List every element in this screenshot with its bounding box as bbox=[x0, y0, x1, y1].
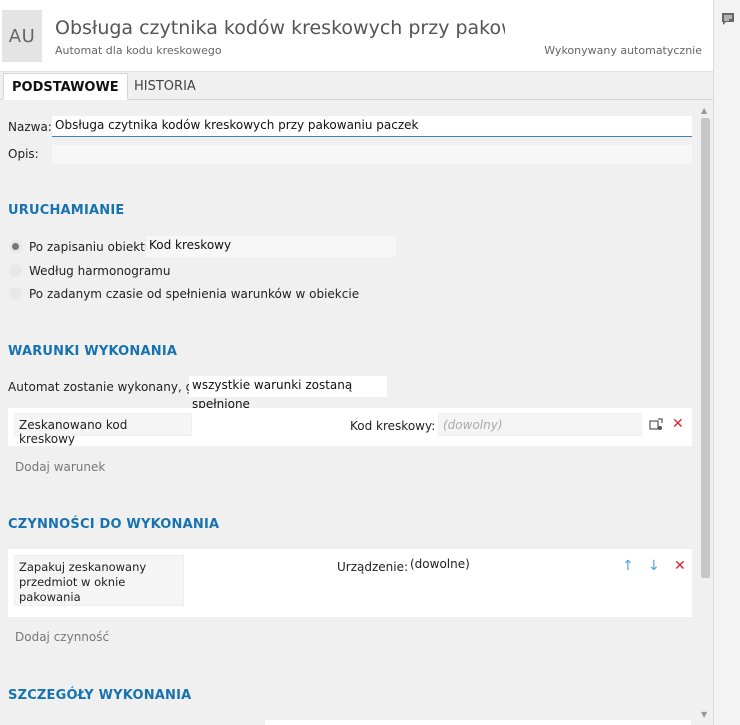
tab-history[interactable]: HISTORIA bbox=[126, 73, 204, 100]
tab-basic[interactable]: PODSTAWOWE bbox=[3, 73, 128, 100]
name-label: Nazwa: bbox=[8, 120, 52, 134]
radio-after-time-label: Po zadanym czasie od spełnienia warunków… bbox=[29, 287, 360, 301]
details-field[interactable] bbox=[265, 720, 691, 725]
conditions-heading: WARUNKI WYKONANIA bbox=[8, 344, 178, 359]
radio-schedule[interactable] bbox=[9, 264, 22, 277]
condition-row: Zeskanowano kod kreskowy Kod kreskowy: (… bbox=[8, 408, 692, 446]
automation-editor: AU Obsługa czytnika kodów kreskowych prz… bbox=[0, 0, 713, 725]
delete-action-icon[interactable]: ✕ bbox=[674, 559, 686, 573]
move-down-icon[interactable]: ↓ bbox=[648, 559, 660, 573]
page-subtitle: Automat dla kodu kreskowego bbox=[55, 44, 222, 57]
scroll-down-icon[interactable]: ▼ bbox=[701, 710, 707, 719]
scroll-up-icon[interactable]: ▲ bbox=[701, 106, 707, 115]
execution-mode-label: Wykonywany automatycznie bbox=[544, 44, 702, 57]
comment-icon[interactable] bbox=[721, 12, 735, 26]
radio-after-save[interactable] bbox=[9, 240, 22, 253]
conditions-intro: Automat zostanie wykonany, gdy bbox=[8, 380, 208, 394]
condition-field-label: Kod kreskowy: bbox=[350, 419, 436, 433]
delete-condition-icon[interactable]: ✕ bbox=[672, 417, 684, 431]
description-input[interactable] bbox=[52, 145, 692, 164]
action-name[interactable]: Zapakuj zeskanowany przedmiot w oknie pa… bbox=[14, 555, 184, 606]
radio-after-save-label: Po zapisaniu obiektu bbox=[29, 240, 153, 254]
radio-after-time[interactable] bbox=[9, 287, 22, 300]
device-select[interactable]: (dowolne) bbox=[410, 557, 470, 571]
radio-schedule-label: Według harmonogramu bbox=[29, 264, 171, 278]
select-field-icon[interactable] bbox=[649, 418, 663, 435]
avatar: AU bbox=[2, 10, 42, 62]
barcode-placeholder: (dowolny) bbox=[443, 418, 503, 432]
description-label: Opis: bbox=[8, 147, 39, 161]
action-row: Zapakuj zeskanowany przedmiot w oknie pa… bbox=[8, 549, 692, 617]
actions-heading: CZYNNOŚCI DO WYKONANIA bbox=[8, 517, 220, 532]
barcode-object-select[interactable]: Kod kreskowy bbox=[146, 236, 396, 257]
scrollbar-thumb[interactable] bbox=[701, 118, 710, 578]
launch-heading: URUCHAMIANIE bbox=[8, 203, 125, 218]
details-heading: SZCZEGÓŁY WYKONANIA bbox=[8, 688, 192, 703]
header: AU Obsługa czytnika kodów kreskowych prz… bbox=[0, 0, 713, 72]
scrollbar[interactable]: ▲ ▼ bbox=[698, 102, 712, 725]
conditions-mode-select[interactable]: wszystkie warunki zostaną spełnione bbox=[189, 376, 387, 411]
name-input[interactable]: Obsługa czytnika kodów kreskowych przy p… bbox=[52, 116, 692, 137]
action-field-label: Urządzenie: bbox=[337, 560, 409, 574]
condition-name[interactable]: Zeskanowano kod kreskowy bbox=[14, 413, 192, 446]
side-panel bbox=[713, 0, 740, 725]
barcode-value-input[interactable]: (dowolny) bbox=[438, 413, 642, 436]
add-condition-link[interactable]: Dodaj warunek bbox=[15, 460, 105, 474]
tab-bar: PODSTAWOWE HISTORIA bbox=[0, 73, 713, 100]
move-up-icon[interactable]: ↑ bbox=[622, 559, 634, 573]
add-action-link[interactable]: Dodaj czynność bbox=[15, 630, 109, 644]
page-title: Obsługa czytnika kodów kreskowych przy p… bbox=[55, 17, 505, 39]
